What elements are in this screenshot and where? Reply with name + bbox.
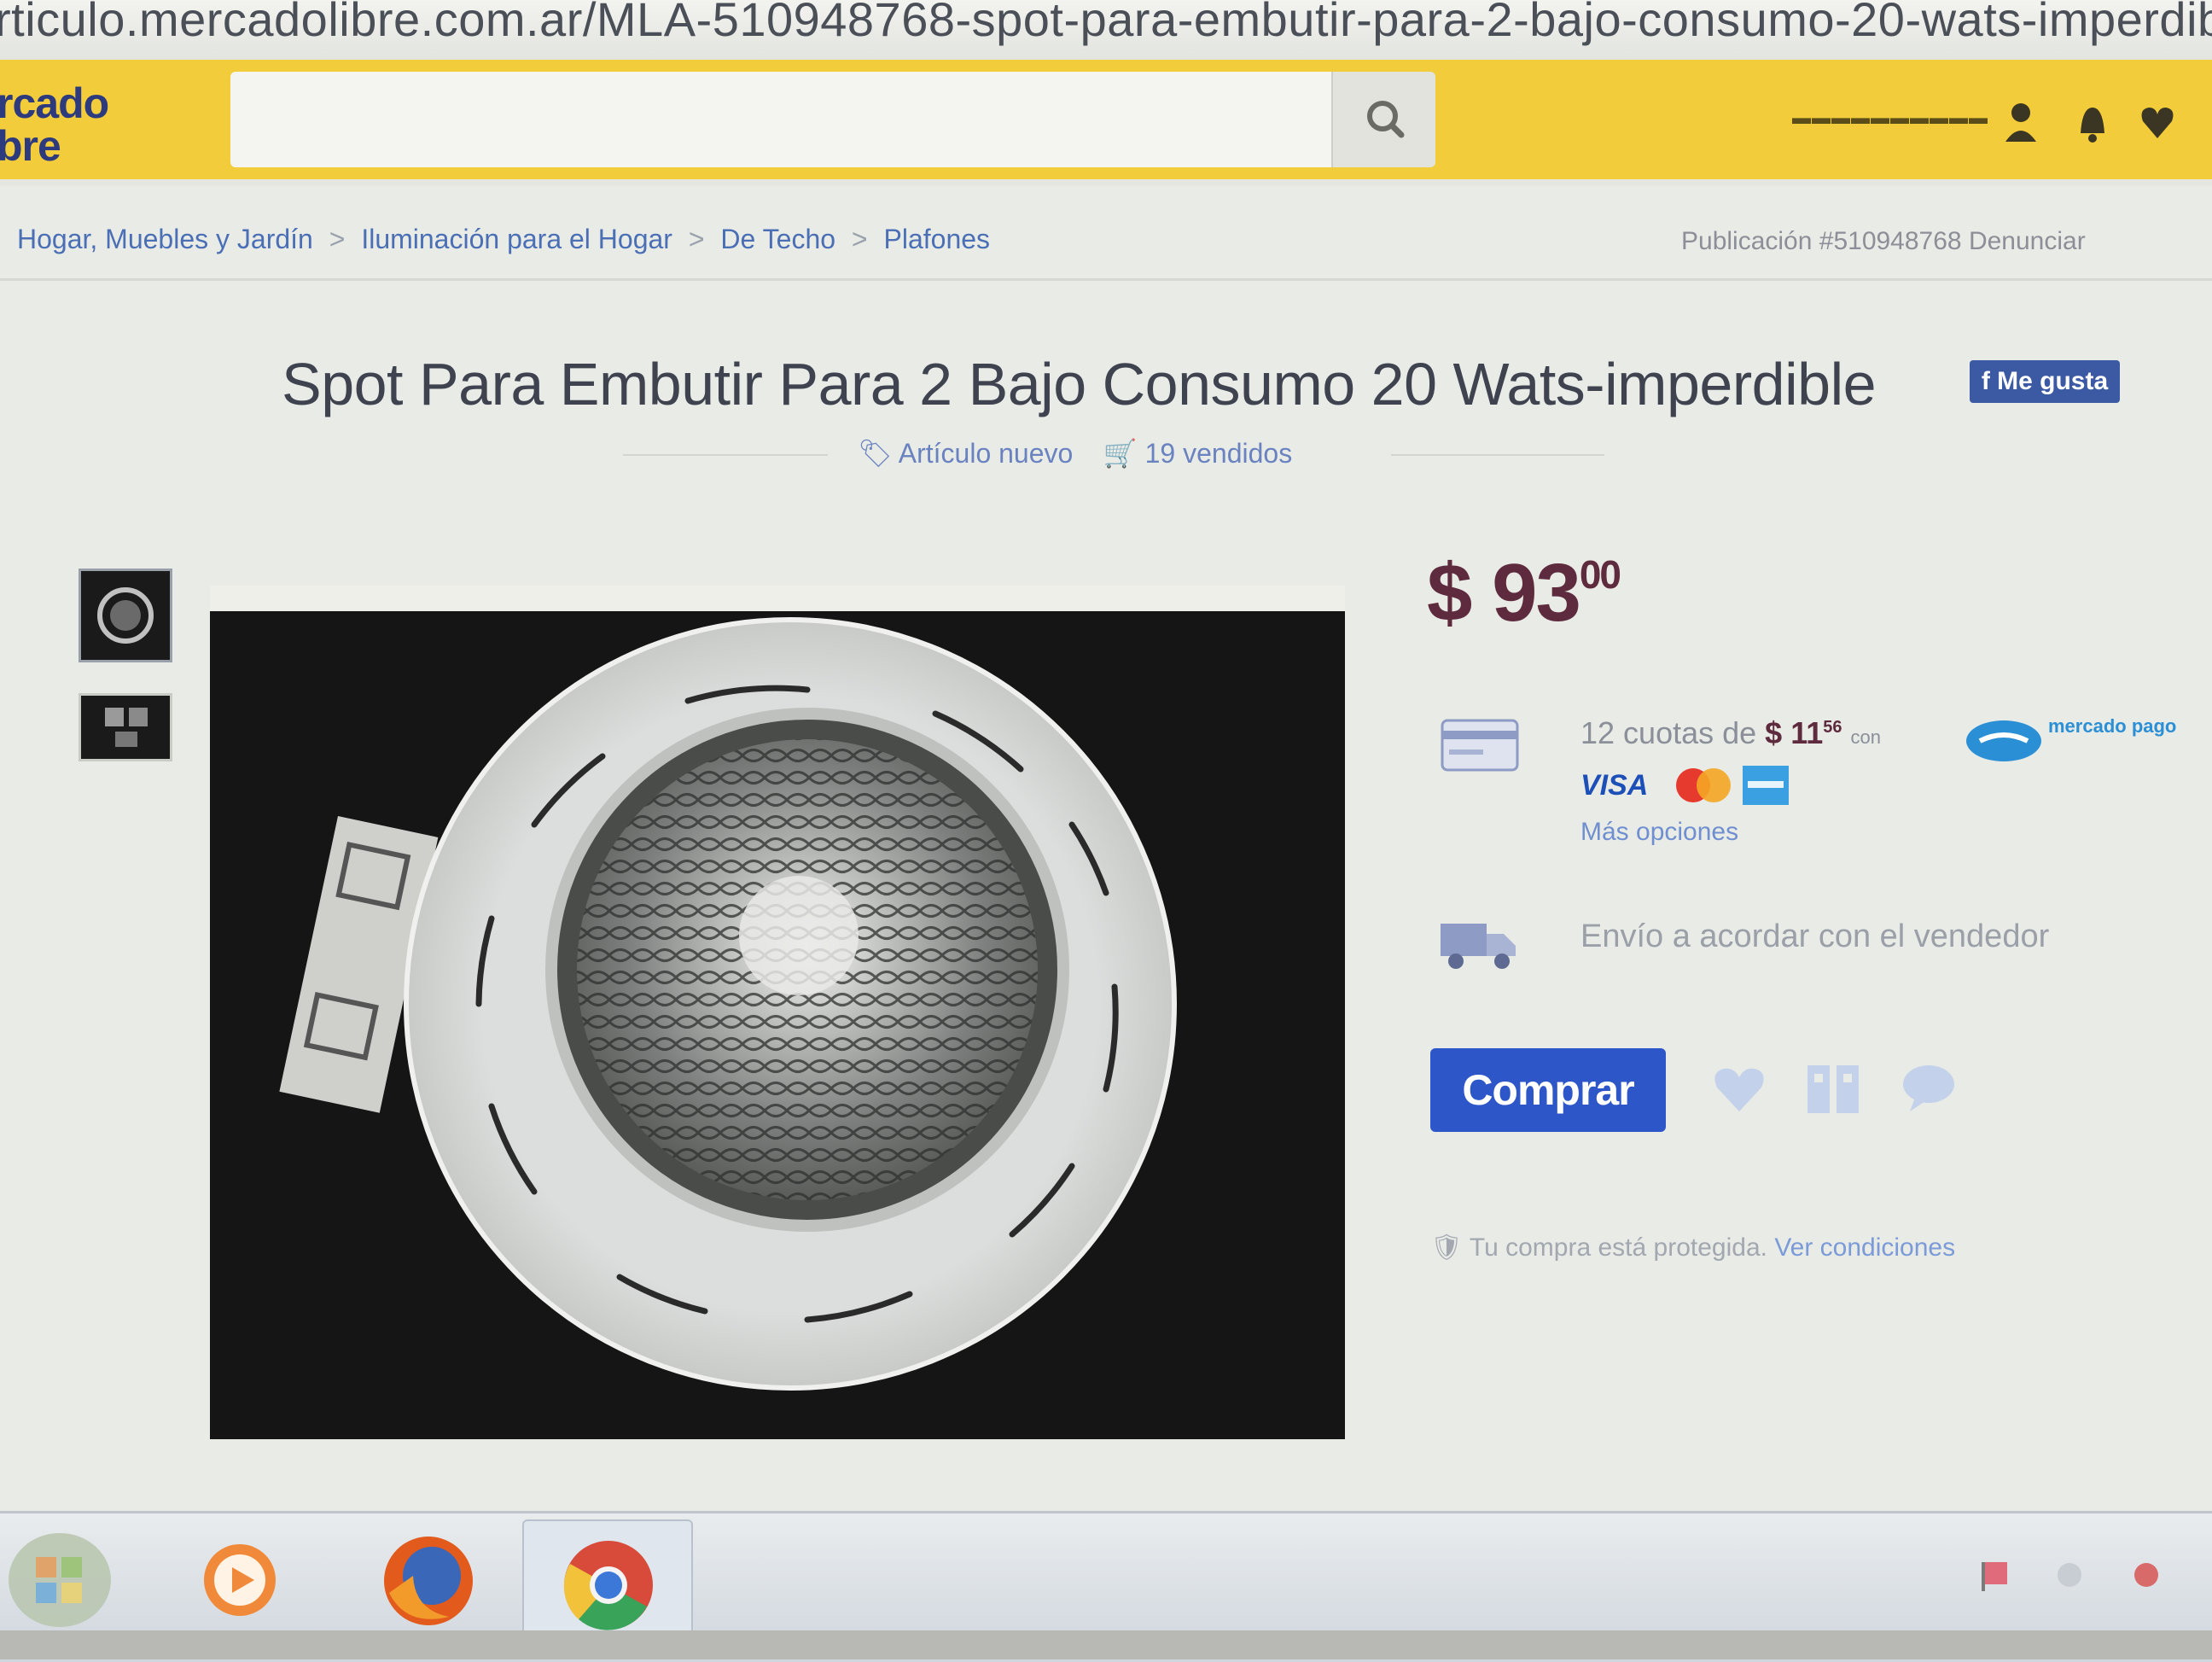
sold-count: 19 vendidos: [1144, 438, 1293, 469]
purchase-protection: 🛡 Tu compra está protegida. Ver condicio…: [1430, 1233, 1955, 1263]
breadcrumb-item[interactable]: Iluminación para el Hogar: [361, 224, 672, 254]
user-name-blurred[interactable]: ▬▬▬▬▬▬▬▬▬▬: [1792, 107, 1988, 129]
tray-flag-icon[interactable]: [1975, 1554, 2017, 1596]
divider: [0, 278, 2212, 281]
favorites-heart-icon[interactable]: [2139, 101, 2176, 143]
facebook-like-button[interactable]: f Me gusta: [1970, 360, 2120, 403]
site-logo[interactable]: rcado bre: [0, 79, 109, 170]
installment-amount: $ 1156: [1765, 715, 1842, 750]
installments-suffix: con: [1850, 726, 1882, 748]
share-icon[interactable]: [1802, 1058, 1864, 1120]
user-icon[interactable]: [2002, 101, 2040, 143]
mercadopago-logo: mercado pago: [1963, 709, 2176, 768]
search-button[interactable]: [1331, 72, 1435, 167]
tray-volume-icon[interactable]: [2125, 1554, 2168, 1596]
amex-logo: [1743, 766, 1789, 805]
publication-id[interactable]: Publicación #510948768 Denunciar: [1681, 227, 2086, 256]
installment-cents: 56: [1823, 718, 1842, 737]
firefox-icon[interactable]: [364, 1516, 492, 1644]
provider-name: mercado pago: [2048, 715, 2177, 737]
start-orb-icon[interactable]: [0, 1516, 128, 1644]
visa-logo: VISA: [1580, 769, 1649, 802]
credit-card-icon: [1441, 719, 1519, 772]
search-icon: [1367, 101, 1405, 138]
breadcrumb-item[interactable]: Hogar, Muebles y Jardín: [17, 224, 313, 254]
shipping-info: Envío a acordar con el vendedor: [1580, 918, 2050, 954]
logo-line2: bre: [0, 122, 61, 170]
media-player-icon[interactable]: [176, 1516, 304, 1644]
monitor-bezel: [0, 1630, 2212, 1659]
buy-button[interactable]: Comprar: [1430, 1048, 1666, 1132]
breadcrumb-item[interactable]: Plafones: [884, 224, 991, 254]
more-payment-options-link[interactable]: Más opciones: [1580, 818, 1738, 847]
url-text[interactable]: rticulo.mercadolibre.com.ar/MLA-51094876…: [0, 0, 2212, 47]
divider: [1391, 454, 1604, 456]
breadcrumb-separator: >: [851, 224, 868, 254]
browser-address-bar[interactable]: rticulo.mercadolibre.com.ar/MLA-51094876…: [0, 0, 2212, 61]
product-title: Spot Para Embutir Para 2 Bajo Consumo 20…: [282, 351, 1877, 417]
price-amount: $ 93: [1427, 547, 1581, 639]
installments-prefix: 12 cuotas de: [1580, 715, 1757, 750]
downlight-photo: [279, 617, 1177, 1391]
gallery-thumbnail[interactable]: [79, 569, 172, 662]
product-main-image[interactable]: [210, 586, 1345, 1439]
divider: [623, 454, 828, 456]
price-cents: 00: [1579, 552, 1621, 597]
cart-icon: 🛒: [1103, 438, 1138, 469]
site-header: rcado bre ▬▬▬▬▬▬▬▬▬▬: [0, 60, 2212, 186]
condition-label: Artículo nuevo: [898, 438, 1074, 469]
product-thumbnail-image: [97, 587, 154, 644]
protection-text: Tu compra está protegida.: [1469, 1233, 1767, 1262]
conditions-link[interactable]: Ver condiciones: [1774, 1233, 1955, 1262]
installment-amount-value: $ 11: [1765, 715, 1824, 750]
product-meta: 🏷 Artículo nuevo 🛒 19 vendidos: [858, 437, 1292, 469]
installments-text: 12 cuotas de $ 1156 con: [1580, 715, 1881, 751]
breadcrumb-separator: >: [688, 224, 705, 254]
mastercard-logo: [1676, 768, 1731, 802]
shield-icon: 🛡: [1430, 1233, 1464, 1262]
tag-icon: 🏷: [858, 438, 893, 469]
product-price: $ 9300: [1427, 546, 1621, 640]
heart-icon[interactable]: [1708, 1058, 1770, 1120]
breadcrumb-separator: >: [329, 224, 346, 254]
breadcrumb-item[interactable]: De Techo: [720, 224, 835, 254]
logo-line1: rcado: [0, 79, 109, 127]
product-thumbnail-image: [105, 708, 148, 747]
truck-icon: [1441, 924, 1516, 969]
gallery-thumbnail[interactable]: [79, 693, 172, 761]
search-input[interactable]: [230, 72, 1331, 167]
bell-icon[interactable]: [2074, 101, 2111, 143]
breadcrumb: Hogar, Muebles y Jardín > Iluminación pa…: [17, 224, 990, 255]
tray-network-icon[interactable]: [2048, 1554, 2091, 1596]
question-icon[interactable]: [1898, 1058, 1959, 1120]
